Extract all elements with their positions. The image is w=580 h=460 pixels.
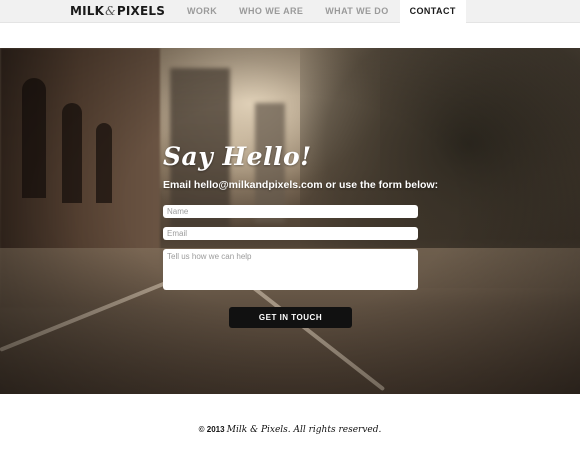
nav-item-what-we-do[interactable]: WHAT WE DO bbox=[314, 0, 399, 23]
copyright-prefix: © 2013 bbox=[198, 425, 225, 434]
contact-headline: Say Hello! bbox=[163, 142, 312, 171]
hero-section bbox=[0, 48, 580, 394]
logo-text-pixels: PIXELS bbox=[116, 4, 166, 18]
logo-ampersand: & bbox=[105, 4, 116, 18]
email-input[interactable] bbox=[163, 227, 418, 240]
main-nav: WORK WHO WE ARE WHAT WE DO CONTACT bbox=[176, 0, 466, 23]
name-input[interactable] bbox=[163, 205, 418, 218]
nav-item-contact[interactable]: CONTACT bbox=[399, 0, 466, 23]
hero-vignette bbox=[0, 48, 580, 394]
message-textarea[interactable] bbox=[163, 249, 418, 290]
contact-subline: Email hello@milkandpixels.com or use the… bbox=[163, 179, 439, 191]
copyright-notice: © 2013 Milk & Pixels. All rights reserve… bbox=[0, 425, 580, 435]
top-bar: MILK & PIXELS WORK WHO WE ARE WHAT WE DO… bbox=[0, 0, 580, 23]
logo-text-milk: MILK bbox=[70, 4, 105, 18]
nav-item-work[interactable]: WORK bbox=[176, 0, 228, 23]
copyright-text: Milk & Pixels. All rights reserved. bbox=[226, 425, 382, 435]
get-in-touch-button[interactable]: GET IN TOUCH bbox=[229, 307, 352, 328]
brand-logo[interactable]: MILK & PIXELS bbox=[70, 4, 165, 18]
nav-item-who-we-are[interactable]: WHO WE ARE bbox=[228, 0, 314, 23]
contact-form: Say Hello! Email hello@milkandpixels.com… bbox=[163, 142, 439, 328]
footer: © 2013 Milk & Pixels. All rights reserve… bbox=[0, 394, 580, 460]
